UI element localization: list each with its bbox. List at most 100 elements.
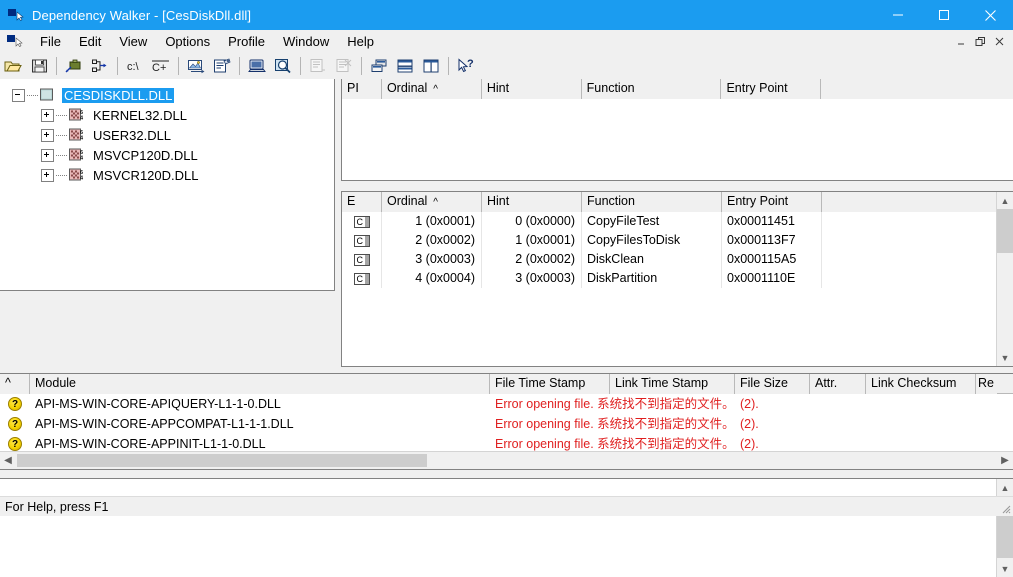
scroll-right-icon[interactable]: ▶ <box>997 452 1013 468</box>
module-list-horizontal-scrollbar[interactable]: ◀ ▶ <box>0 451 1013 469</box>
undecorate-c-icon[interactable]: c:\ <box>122 54 148 78</box>
menu-help[interactable]: Help <box>338 32 383 51</box>
save-icon[interactable] <box>26 54 52 78</box>
exports-col-e[interactable]: E <box>342 192 382 212</box>
exports-col-hint[interactable]: Hint <box>482 192 582 212</box>
tree-node-user32[interactable]: 6 4 USER32.DLL <box>0 125 334 145</box>
modules-col-real-checksum[interactable]: Re <box>976 374 997 394</box>
module-dll-icon: 6 4 <box>69 168 86 182</box>
expand-toggle-icon[interactable] <box>41 128 54 142</box>
configure-modules-icon[interactable] <box>183 54 209 78</box>
tree-node-root[interactable]: CESDISKDLL.DLL <box>0 85 334 105</box>
export-function: CopyFilesToDisk <box>582 231 722 250</box>
imports-col-hint[interactable]: Hint <box>481 79 582 99</box>
mdi-close-icon[interactable] <box>990 32 1009 50</box>
scrollbar-thumb[interactable] <box>17 454 427 467</box>
log-body[interactable] <box>0 479 1013 576</box>
tree-node-label: MSVCP120D.DLL <box>93 147 198 163</box>
modules-col-link-time-stamp[interactable]: Link Time Stamp <box>610 374 735 394</box>
tree-node-msvcp120d[interactable]: 6 4 MSVCP120D.DLL <box>0 145 334 165</box>
imports-col-pi[interactable]: PI <box>342 79 382 99</box>
export-flag-cell: C <box>342 269 382 288</box>
status-message: For Help, press F1 <box>5 499 109 514</box>
scroll-up-icon[interactable]: ▲ <box>997 192 1013 209</box>
context-help-icon[interactable]: ? <box>453 54 479 78</box>
exports-pane[interactable]: E Ordinal ^ Hint Function Entry Point C … <box>341 191 1013 367</box>
system-info-icon[interactable] <box>244 54 270 78</box>
vertical-split-icon[interactable] <box>418 54 444 78</box>
tree-node-kernel32[interactable]: 6 4 KERNEL32.DLL <box>0 105 334 125</box>
scroll-left-icon[interactable]: ◀ <box>0 452 16 468</box>
expand-all-icon[interactable] <box>87 54 113 78</box>
menu-profile[interactable]: Profile <box>219 32 274 51</box>
expand-toggle-icon[interactable] <box>41 148 54 162</box>
tree-connector <box>56 174 67 176</box>
exports-col-ordinal[interactable]: Ordinal ^ <box>382 192 482 212</box>
modules-col-attr[interactable]: Attr. <box>810 374 866 394</box>
maximize-icon[interactable] <box>921 0 967 30</box>
imports-col-entry-point[interactable]: Entry Point <box>721 79 822 99</box>
close-icon[interactable] <box>967 0 1013 30</box>
c-function-icon: C <box>353 234 370 247</box>
module-error: Error opening file. 系统找不到指定的文件。 <box>495 397 735 411</box>
tree-node-msvcr120d[interactable]: 6 4 MSVCR120D.DLL <box>0 165 334 185</box>
mdi-document-icon[interactable] <box>7 34 25 49</box>
status-bar: For Help, press F1 <box>0 496 1013 516</box>
search-icon[interactable] <box>270 54 296 78</box>
scroll-down-icon[interactable]: ▼ <box>997 560 1013 577</box>
log-pane[interactable]: ▲ ▼ <box>0 478 1013 577</box>
modules-col-file-time-stamp[interactable]: File Time Stamp <box>490 374 610 394</box>
modules-col-module[interactable]: Module <box>30 374 490 394</box>
scroll-up-icon[interactable]: ▲ <box>997 479 1013 496</box>
table-row[interactable]: ? API-MS-WIN-CORE-APIQUERY-L1-1-0.DLL Er… <box>0 394 1013 414</box>
undecorate-cpp-icon[interactable]: C+ <box>148 54 174 78</box>
export-flag-cell: C <box>342 250 382 269</box>
auto-expand-icon[interactable] <box>366 54 392 78</box>
modules-col-link-checksum[interactable]: Link Checksum <box>866 374 976 394</box>
exports-col-entry-point[interactable]: Entry Point <box>722 192 822 212</box>
log-vertical-scrollbar[interactable]: ▲ ▼ <box>996 479 1013 577</box>
scroll-down-icon[interactable]: ▼ <box>997 349 1013 366</box>
scrollbar-thumb[interactable] <box>997 209 1013 253</box>
imports-col-ordinal[interactable]: Ordinal ^ <box>381 79 482 99</box>
svg-text:4: 4 <box>80 116 84 122</box>
warning-icon: ? <box>8 397 22 411</box>
module-dll-icon: 6 4 <box>69 148 86 162</box>
exports-col-function[interactable]: Function <box>582 192 722 212</box>
mdi-restore-icon[interactable] <box>971 32 990 50</box>
export-hint: 2 (0x0002) <box>482 250 582 269</box>
menu-file[interactable]: File <box>31 32 70 51</box>
table-row[interactable]: C 3 (0x0003) 2 (0x0002) DiskClean 0x0001… <box>342 250 1013 269</box>
menu-edit[interactable]: Edit <box>70 32 110 51</box>
module-properties-icon[interactable] <box>209 54 235 78</box>
parent-imports-pane[interactable]: PI Ordinal ^ Hint Function Entry Point <box>341 79 1013 181</box>
export-entry-point: 0x0001110E <box>722 269 822 288</box>
minimize-icon[interactable] <box>875 0 921 30</box>
table-row[interactable]: ? API-MS-WIN-CORE-APPCOMPAT-L1-1-1.DLL E… <box>0 414 1013 434</box>
expand-toggle-icon[interactable] <box>41 168 54 182</box>
view-full-paths-icon[interactable] <box>61 54 87 78</box>
menu-view[interactable]: View <box>110 32 156 51</box>
imports-body[interactable] <box>342 99 1013 179</box>
menu-options[interactable]: Options <box>156 32 219 51</box>
menu-window[interactable]: Window <box>274 32 338 51</box>
resize-grip-icon[interactable] <box>999 502 1011 514</box>
mdi-minimize-icon[interactable] <box>952 32 971 50</box>
table-row[interactable]: C 4 (0x0004) 3 (0x0003) DiskPartition 0x… <box>342 269 1013 288</box>
exports-vertical-scrollbar[interactable]: ▲ ▼ <box>996 192 1013 366</box>
modules-col-status[interactable]: ^ <box>0 374 30 394</box>
table-row[interactable]: C 1 (0x0001) 0 (0x0000) CopyFileTest 0x0… <box>342 212 1013 231</box>
toolbar-separator <box>56 57 57 75</box>
imports-col-function[interactable]: Function <box>581 79 722 99</box>
mdi-client-area: CESDISKDLL.DLL 6 4 KERNEL32.DLL 6 4 USER… <box>0 79 1013 577</box>
module-list-pane[interactable]: ^ Module File Time Stamp Link Time Stamp… <box>0 373 1013 470</box>
modules-body[interactable]: ? API-MS-WIN-CORE-APIQUERY-L1-1-0.DLL Er… <box>0 394 1013 454</box>
open-file-icon[interactable] <box>0 54 26 78</box>
collapse-toggle-icon[interactable] <box>12 88 25 102</box>
table-row[interactable]: C 2 (0x0002) 1 (0x0001) CopyFilesToDisk … <box>342 231 1013 250</box>
modules-col-file-size[interactable]: File Size <box>735 374 810 394</box>
horizontal-split-icon[interactable] <box>392 54 418 78</box>
module-tree-pane[interactable]: CESDISKDLL.DLL 6 4 KERNEL32.DLL 6 4 USER… <box>0 79 335 291</box>
exports-body[interactable]: C 1 (0x0001) 0 (0x0000) CopyFileTest 0x0… <box>342 212 1013 366</box>
expand-toggle-icon[interactable] <box>41 108 54 122</box>
